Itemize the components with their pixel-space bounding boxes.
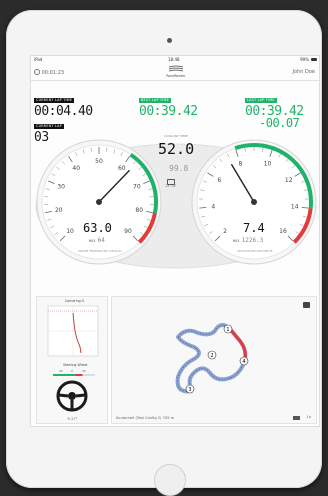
- track-settings-icon[interactable]: [303, 302, 310, 308]
- app-screen: iPad 18:48 99% 00:01:23 RaceRender John …: [30, 55, 320, 427]
- engine-temp-max-label: MAX: [89, 239, 96, 243]
- steering-wheel-icon: [55, 379, 89, 413]
- last-lap-time-label: LAST LAP TIME: [245, 98, 277, 103]
- cornering-g-chart: [47, 305, 99, 357]
- right-tick-label: 2: [223, 228, 227, 235]
- left-tick-label: 40: [72, 165, 80, 172]
- app-logo: RaceRender: [159, 65, 193, 79]
- driver-name[interactable]: John Doe: [293, 69, 315, 75]
- engine-temp-max-value: 64: [98, 237, 105, 244]
- session-timer: 00:01:23: [34, 69, 64, 76]
- center-sub-value: 99.8: [169, 164, 188, 173]
- center-value: 52.0: [158, 140, 194, 158]
- steering-gear-icon: ⟲: [67, 417, 70, 421]
- app-header: 00:01:23 RaceRender John Doe: [31, 64, 319, 81]
- right-tick-label: 4: [211, 204, 215, 211]
- engine-temp-hub: [96, 199, 102, 205]
- session-timer-value: 00:01:23: [42, 70, 64, 76]
- engine-temp-value: 63.0: [83, 221, 112, 235]
- rpm-max-label: MAX: [233, 239, 240, 243]
- left-widget-panel: Cornering G Steering Wheel 45 0 45 ⟲ 27°: [36, 296, 108, 424]
- rpm-value: 7.4: [243, 221, 265, 235]
- right-tick-label: 14: [291, 204, 299, 211]
- flag-logo-icon: [167, 65, 185, 73]
- engine-temp-gauge: 10 20 30 40 50 60 70 80 90: [37, 140, 161, 264]
- track-marker-1-label: 1: [226, 327, 229, 333]
- rpm-caption: REVOLUTIONS PER MINUTE: [215, 250, 295, 253]
- rpm-hub: [251, 199, 257, 205]
- steering-scale: 45 0 45: [59, 369, 89, 373]
- clock-icon: [34, 69, 40, 75]
- steering-tick-right: 45: [82, 369, 86, 373]
- steering-angle-value: 27°: [71, 417, 77, 421]
- track-marker-3-label: 3: [188, 387, 191, 393]
- current-lap-time-label: CURRENT LAP TIME: [34, 98, 74, 103]
- left-tick-label: 60: [118, 165, 126, 172]
- right-tick-label: 10: [264, 160, 272, 167]
- track-zoom[interactable]: 1x: [307, 415, 311, 419]
- carrier-label: iPad: [34, 57, 42, 62]
- best-lap-time-label: BEST LAP TIME: [139, 98, 171, 103]
- track-map-panel: 1 2 3 4 Kuutamo9 (Test Config 2) 705 m 1…: [111, 296, 317, 424]
- center-top-label: COOLANT TEMP: [148, 134, 204, 138]
- engine-temp-max: MAX 64: [89, 237, 105, 244]
- battery-percent: 99%: [300, 57, 309, 62]
- last-lap-time-panel: LAST LAP TIME 00:39.42: [245, 86, 304, 118]
- best-lap-time-panel: BEST LAP TIME 00:39.42: [139, 86, 198, 118]
- steering-title: Steering Wheel: [63, 363, 87, 367]
- steering-tick-center: 0: [71, 369, 73, 373]
- right-tick-label: 16: [279, 228, 287, 235]
- best-lap-time-value: 00:39.42: [139, 105, 198, 118]
- battery-voltage: 13.3V: [165, 184, 176, 188]
- left-tick-label: 30: [57, 183, 65, 190]
- track-marker-2-label: 2: [210, 353, 213, 359]
- left-tick-label: 80: [135, 207, 143, 214]
- rpm-max: MAX 1226.3: [233, 237, 263, 244]
- battery-icon: [311, 58, 317, 61]
- app-brand: RaceRender: [159, 74, 193, 78]
- status-bar: iPad 18:48 99%: [31, 56, 319, 64]
- track-view-icon[interactable]: [293, 416, 300, 420]
- left-tick-label: 50: [95, 158, 103, 165]
- front-camera: [167, 38, 172, 43]
- track-caption: Kuutamo9 (Test Config 2) 705 m: [116, 416, 174, 420]
- home-button[interactable]: [154, 464, 186, 496]
- cornering-title: Cornering G: [65, 299, 84, 303]
- track-map: 1 2 3 4: [168, 307, 278, 399]
- track-marker-4-label: 4: [242, 359, 245, 365]
- rpm-gauge: 2 4 6 8 10 12 14 16: [192, 140, 316, 264]
- left-tick-label: 20: [55, 207, 63, 214]
- right-tick-label: 12: [285, 177, 293, 184]
- left-tick-label: 70: [133, 183, 141, 190]
- steering-angle: ⟲ 27°: [67, 417, 78, 421]
- right-tick-label: 8: [239, 160, 243, 167]
- rpm-max-value: 1226.3: [242, 237, 264, 244]
- left-tick-label: 90: [124, 228, 132, 235]
- left-tick-label: 10: [66, 228, 74, 235]
- steering-bar: [53, 374, 95, 376]
- engine-temp-caption: ENGINE TEMPERATURE (CELSIUS): [60, 250, 140, 253]
- steering-tick-left: 45: [59, 369, 63, 373]
- right-tick-label: 6: [217, 177, 221, 184]
- status-time: 18:48: [168, 57, 180, 62]
